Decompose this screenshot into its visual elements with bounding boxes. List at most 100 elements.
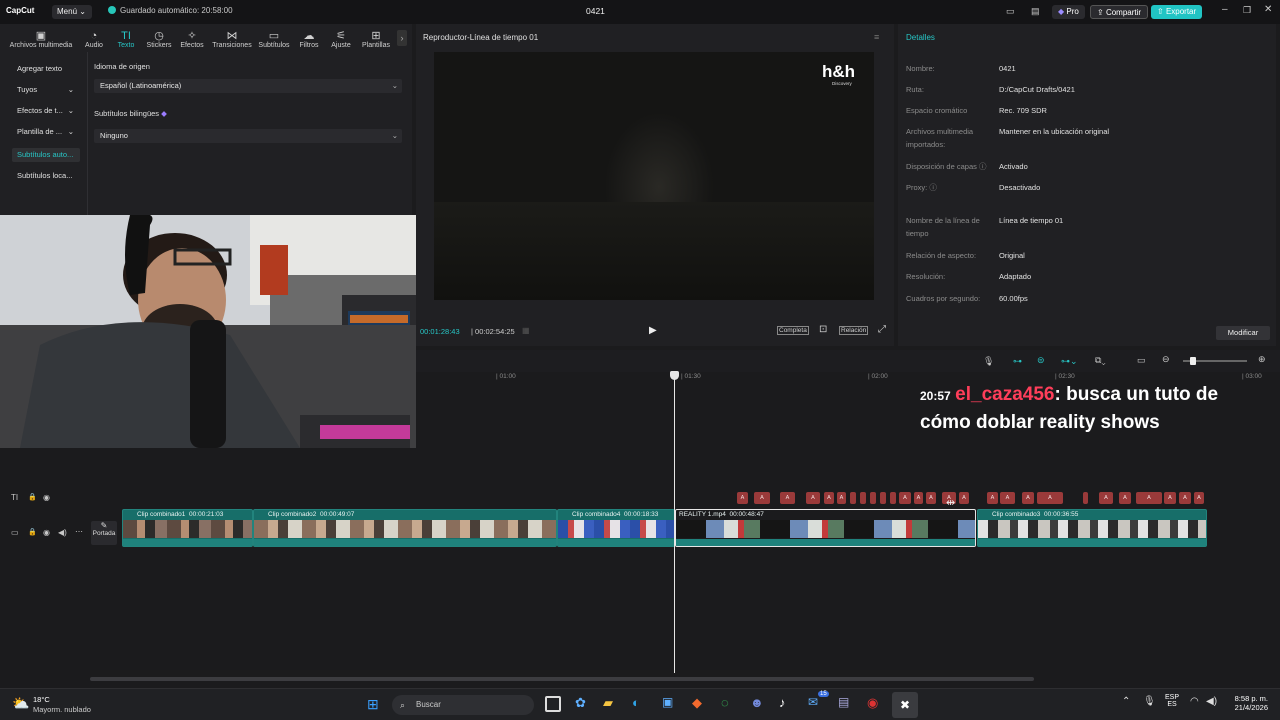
shortcuts-icon[interactable]: ▤ [1031, 6, 1040, 17]
weather-temp[interactable]: 18°C [33, 695, 50, 704]
caption-block[interactable]: A [1022, 492, 1034, 504]
video-preview[interactable]: h&h Discovery [434, 52, 874, 300]
microphone-icon[interactable]: 🎙 [1143, 696, 1156, 707]
volume-icon[interactable]: ◀) [1206, 696, 1217, 707]
info-icon[interactable]: ⓘ [929, 183, 937, 192]
caption-block[interactable]: A [824, 492, 834, 504]
caption-block[interactable] [870, 492, 876, 504]
brave-icon[interactable]: ◆ [692, 695, 702, 711]
caption-block[interactable]: A [959, 492, 969, 504]
caption-block[interactable]: A [1000, 492, 1015, 504]
crop-icon[interactable]: ⊡ [819, 324, 827, 335]
sidebar-item-text-template[interactable]: Plantilla de ... ⌄ [12, 125, 80, 139]
video-clip[interactable]: Clip combinado3 00:00:36:55 [977, 509, 1207, 547]
close-icon[interactable]: ✕ [1264, 4, 1272, 15]
caption-icon[interactable]: ▭ [1137, 355, 1146, 366]
tools-scroll-right-icon[interactable]: › [397, 30, 407, 46]
minimize-icon[interactable]: – [1222, 4, 1228, 15]
caption-block[interactable] [880, 492, 886, 504]
file-explorer-icon[interactable]: ▰ [603, 695, 613, 711]
windows-start-icon[interactable]: ⊞ [367, 696, 379, 713]
tool-adjust[interactable]: ⚟ Ajuste [326, 30, 356, 49]
caption-block[interactable]: A [1179, 492, 1191, 504]
source-language-select[interactable]: Español (Latinoamérica) ⌄ [94, 79, 402, 93]
caption-block[interactable]: A [926, 492, 936, 504]
fit-full-button[interactable]: Completa [777, 326, 809, 335]
zoom-out-icon[interactable]: ⊖ [1162, 354, 1170, 365]
caption-block[interactable]: A [1194, 492, 1204, 504]
caption-block[interactable] [890, 492, 896, 504]
playhead-handle[interactable] [670, 371, 679, 380]
eye-icon[interactable]: ◉ [43, 493, 50, 502]
link-icon[interactable]: ⊶ [1013, 356, 1022, 367]
bilingual-captions-select[interactable]: Ninguno ⌄ [94, 129, 402, 143]
caption-block[interactable] [1083, 492, 1088, 504]
video-clip[interactable]: Clip combinado4 00:00:18:33 [557, 509, 675, 547]
split-link-icon[interactable]: ⊶⌄ [1061, 356, 1078, 367]
menu-icon[interactable]: ≡ [874, 32, 879, 42]
preview-axis-icon[interactable]: ⧉⌄ [1095, 355, 1106, 366]
copilot-icon[interactable]: ✿ [575, 695, 586, 711]
zoom-slider-handle[interactable] [1190, 357, 1196, 365]
magnet-icon[interactable]: ⊜ [1037, 355, 1045, 366]
caption-block[interactable]: A [737, 492, 748, 504]
caption-block[interactable]: A [987, 492, 998, 504]
caption-block[interactable]: A [754, 492, 770, 504]
sidebar-item-text-effects[interactable]: Efectos de t... ⌄ [12, 104, 80, 118]
mail-icon[interactable]: ✉ [808, 695, 818, 709]
whatsapp-icon[interactable]: ◌ [721, 695, 729, 710]
modify-button[interactable]: Modificar [1216, 326, 1270, 340]
pro-button[interactable]: ◆ Pro [1052, 5, 1085, 19]
edge-icon[interactable]: ◐ [632, 695, 640, 710]
tool-stickers[interactable]: ◷ Stickers [142, 30, 176, 49]
video-clip-selected[interactable]: REALITY 1.mp4 00:00:48:47 [675, 509, 976, 547]
caption-block[interactable]: A [780, 492, 795, 504]
menu-button[interactable]: Menú ⌄ [52, 5, 92, 19]
cover-button[interactable]: ✎ Portada [91, 521, 117, 545]
weather-icon[interactable]: ⛅ [12, 695, 29, 712]
restore-icon[interactable]: ❐ [1243, 5, 1251, 16]
notepad-icon[interactable]: ▤ [838, 695, 849, 709]
store-icon[interactable]: ▣ [662, 695, 673, 709]
playhead[interactable] [674, 376, 675, 673]
tool-transitions[interactable]: ⋈ Transiciones [210, 30, 254, 49]
sidebar-item-add-text[interactable]: Agregar texto [12, 62, 80, 76]
clock[interactable]: 8:58 p. m. 21/4/2026 [1234, 694, 1268, 712]
lock-icon[interactable]: 🔒 [28, 528, 37, 536]
more-icon[interactable]: ⋯ [75, 527, 83, 536]
tool-audio[interactable]: ◔ Audio [76, 30, 112, 49]
caption-block[interactable]: A [1136, 492, 1162, 504]
discord-icon[interactable]: ☻ [750, 695, 764, 710]
chevron-up-icon[interactable]: ⌃ [1122, 696, 1130, 707]
eye-icon[interactable]: ◉ [43, 528, 50, 537]
tiktok-icon[interactable]: ♪ [779, 695, 786, 710]
timecode-format-icon[interactable]: ▦ [522, 326, 530, 335]
caption-block[interactable]: A [806, 492, 820, 504]
caption-block[interactable] [850, 492, 856, 504]
sidebar-item-yours[interactable]: Tuyos ⌄ [12, 83, 80, 97]
microphone-icon[interactable]: 🎙 [983, 356, 994, 367]
caption-block[interactable]: A [1164, 492, 1176, 504]
capcut-taskbar-icon[interactable]: ✖ [892, 692, 918, 718]
wifi-icon[interactable]: ◠ [1190, 696, 1199, 707]
video-clip[interactable]: Clip combinado1 00:00:21:03 [122, 509, 253, 547]
obs-icon[interactable]: ◉ [867, 695, 878, 711]
tool-filters[interactable]: ☁ Filtros [294, 30, 324, 49]
caption-block[interactable] [860, 492, 866, 504]
timeline-scrollbar[interactable] [90, 677, 1034, 681]
tool-effects[interactable]: ✧ Efectos [176, 30, 208, 49]
tool-text[interactable]: TI Texto [108, 30, 144, 49]
play-icon[interactable]: ▶ [649, 325, 657, 336]
caption-block[interactable]: A [1099, 492, 1113, 504]
sidebar-item-local-captions[interactable]: Subtítulos loca... [12, 169, 80, 183]
export-button[interactable]: ⇧ Exportar [1151, 5, 1203, 19]
weather-desc[interactable]: Mayorm. nublado [33, 705, 91, 714]
aspect-ratio-button[interactable]: Relación [839, 326, 869, 335]
layout-icon[interactable]: ▭ [1006, 6, 1015, 17]
task-view-icon[interactable] [545, 696, 561, 712]
sidebar-item-auto-captions[interactable]: Subtítulos auto... [12, 148, 80, 162]
fullscreen-icon[interactable]: ⤢ [878, 324, 886, 335]
taskbar-search[interactable]: ⌕ Buscar [392, 695, 534, 715]
caption-block[interactable]: A [914, 492, 923, 504]
caption-block[interactable]: A [837, 492, 846, 504]
